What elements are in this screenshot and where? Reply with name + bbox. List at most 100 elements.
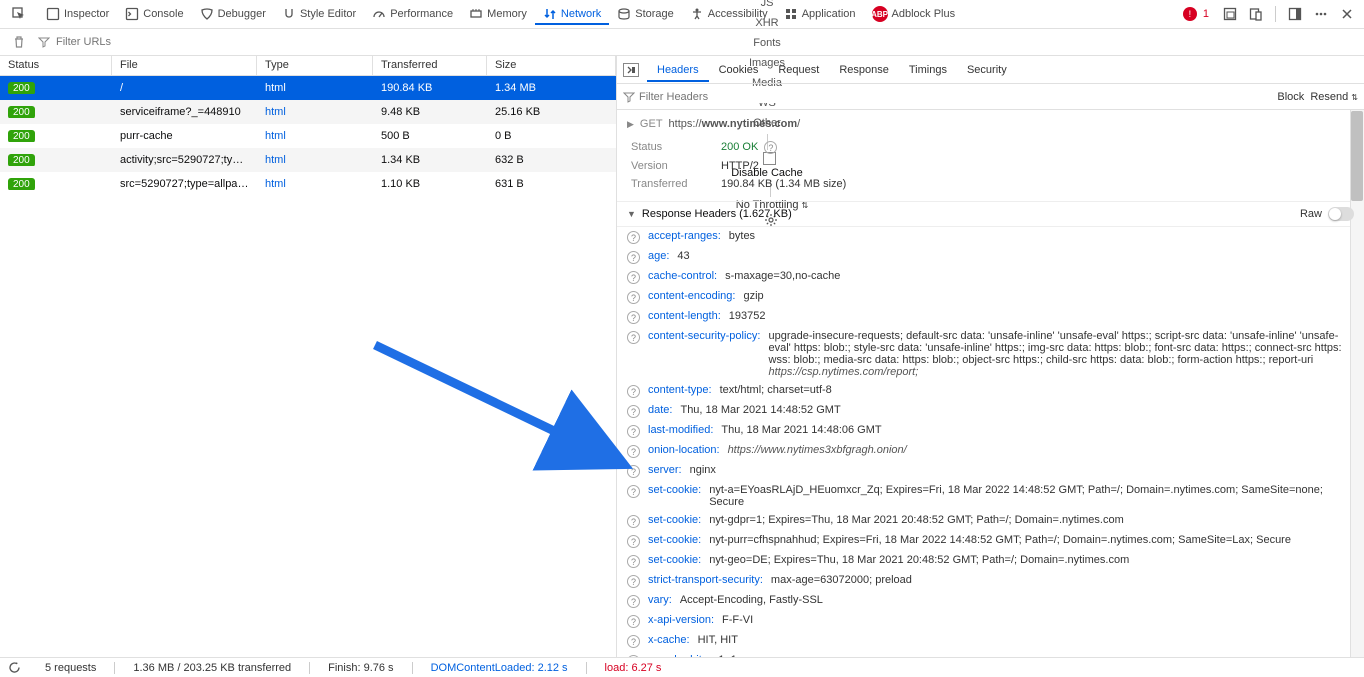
resend-dropdown[interactable]: Resend ⇅ [1310,91,1358,103]
info-icon[interactable]: ? [627,515,640,528]
header-name: content-encoding: [648,290,735,302]
header-name: cache-control: [648,270,717,282]
toggle-raw-button[interactable] [623,63,639,77]
chevron-updown-icon: ⇅ [1351,93,1358,102]
console-icon [125,7,139,21]
info-icon[interactable]: ? [764,141,777,154]
header-row: ?date: Thu, 18 Mar 2021 14:48:52 GMT [617,401,1364,421]
header-row: ?last-modified: Thu, 18 Mar 2021 14:48:0… [617,421,1364,441]
header-name: onion-location: [648,444,720,456]
header-name: set-cookie: [648,484,701,496]
header-row: ?cache-control: s-maxage=30,no-cache [617,267,1364,287]
header-row: ?content-length: 193752 [617,307,1364,327]
clear-button[interactable] [6,35,32,49]
info-icon[interactable]: ? [627,405,640,418]
tab-inspector-label: Inspector [64,8,109,20]
info-icon[interactable]: ? [627,655,640,657]
info-icon[interactable]: ? [627,231,640,244]
header-row: ?content-type: text/html; charset=utf-8 [617,381,1364,401]
info-icon[interactable]: ? [627,615,640,628]
details-panel: Headers Cookies Request Response Timings… [617,56,1364,657]
tab-response[interactable]: Response [829,58,899,82]
info-icon[interactable]: ? [627,271,640,284]
info-icon[interactable]: ? [627,291,640,304]
scrollbar[interactable] [1350,110,1364,657]
col-status[interactable]: Status [0,56,112,75]
meta-status: 200 OK [721,141,758,154]
tab-cookies[interactable]: Cookies [709,58,769,82]
header-name: x-api-version: [648,614,714,626]
header-row: ?strict-transport-security: max-age=6307… [617,571,1364,591]
info-icon[interactable]: ? [627,465,640,478]
tab-request[interactable]: Request [768,58,829,82]
info-icon[interactable]: ? [627,425,640,438]
request-line[interactable]: ▶ GET https://www.nytimes.com/ [617,114,1364,134]
header-row: ?content-security-policy: upgrade-insecu… [617,327,1364,381]
info-icon[interactable]: ? [627,445,640,458]
header-name: set-cookie: [648,514,701,526]
meta-transferred-label: Transferred [631,178,721,190]
header-name: content-security-policy: [648,330,761,342]
filter-headers-input[interactable] [639,91,781,103]
block-label[interactable]: Block [1277,91,1304,103]
header-row: ?content-encoding: gzip [617,287,1364,307]
header-name: accept-ranges: [648,230,721,242]
header-row: ?set-cookie: nyt-gdpr=1; Expires=Thu, 18… [617,511,1364,531]
element-picker-button[interactable] [4,3,38,25]
tab-security[interactable]: Security [957,58,1017,82]
header-name: last-modified: [648,424,713,436]
header-row: ?x-cache-hits: 1, 1 [617,651,1364,657]
header-row: ?vary: Accept-Encoding, Fastly-SSL [617,591,1364,611]
filter-xhr[interactable]: XHR [748,14,785,32]
header-row: ?server: nginx [617,461,1364,481]
info-icon[interactable]: ? [627,535,640,548]
picker-icon [12,7,26,21]
reload-icon[interactable] [8,661,21,674]
info-icon[interactable]: ? [627,635,640,648]
info-icon[interactable]: ? [627,575,640,588]
meta-status-label: Status [631,141,721,154]
request-method: GET [640,118,663,130]
raw-toggle[interactable] [1328,207,1354,221]
header-row: ?age: 43 [617,247,1364,267]
header-name: set-cookie: [648,534,701,546]
raw-label: Raw [1300,208,1322,220]
info-icon[interactable]: ? [627,555,640,568]
header-name: x-cache: [648,634,690,646]
header-name: set-cookie: [648,554,701,566]
header-name: vary: [648,594,672,606]
request-meta: Status200 OK? VersionHTTP/2 Transferred1… [617,134,1364,202]
header-name: age: [648,250,669,262]
info-icon[interactable]: ? [627,251,640,264]
expand-icon: ▶ [627,119,634,130]
header-name: content-type: [648,384,712,396]
header-name: x-cache-hits: [648,654,710,657]
header-name: content-length: [648,310,721,322]
filter-js[interactable]: JS [754,0,781,12]
info-icon[interactable]: ? [627,485,640,498]
info-icon[interactable]: ? [627,311,640,324]
info-icon[interactable]: ? [627,385,640,398]
tab-inspector[interactable]: Inspector [38,3,117,25]
detail-subbar: Block Resend ⇅ [617,84,1364,110]
header-row: ?x-cache: HIT, HIT [617,631,1364,651]
filter-fonts[interactable]: Fonts [746,34,788,52]
inspector-icon [46,7,60,21]
network-subbar: All HTML CSS JS XHR Fonts Images Media W… [0,29,1364,56]
meta-version-label: Version [631,160,721,172]
info-icon[interactable]: ? [627,595,640,608]
status-bar: 5 requests 1.36 MB / 203.25 KB transferr… [0,657,1364,677]
tab-headers[interactable]: Headers [647,58,709,82]
header-row: ?x-api-version: F-F-VI [617,611,1364,631]
header-row: ?set-cookie: nyt-geo=DE; Expires=Thu, 18… [617,551,1364,571]
response-headers-section[interactable]: ▼ Response Headers (1.627 KB) Raw [617,202,1364,227]
info-icon[interactable]: ? [627,331,640,344]
tab-timings[interactable]: Timings [899,58,957,82]
status-requests: 5 requests [45,662,96,674]
status-load: load: 6.27 s [605,662,662,674]
header-name: date: [648,404,672,416]
filter-urls-input[interactable] [56,36,176,48]
meta-transferred: 190.84 KB (1.34 MB size) [721,178,846,190]
header-name: strict-transport-security: [648,574,763,586]
status-dcl: DOMContentLoaded: 2.12 s [431,662,568,674]
